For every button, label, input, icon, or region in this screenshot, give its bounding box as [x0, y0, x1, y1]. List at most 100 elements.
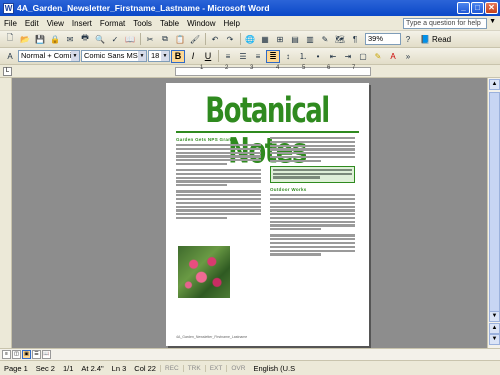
undo-icon[interactable]: ↶ [208, 33, 222, 46]
status-page-count: 1/1 [62, 363, 74, 373]
menu-format[interactable]: Format [96, 19, 129, 28]
increase-indent-icon[interactable]: ⇥ [341, 50, 355, 63]
style-select[interactable]: Normal + Comic ▼ [18, 50, 80, 62]
chevron-down-icon: ▼ [71, 51, 79, 61]
research-icon[interactable]: 📖 [123, 33, 137, 46]
tables-borders-icon[interactable]: ▦ [258, 33, 272, 46]
status-ovr[interactable]: OVR [226, 364, 249, 372]
status-ext[interactable]: EXT [204, 364, 227, 372]
styles-pane-icon[interactable]: A [3, 50, 17, 63]
vertical-ruler[interactable] [0, 78, 12, 348]
cut-icon[interactable]: ✂ [143, 33, 157, 46]
scroll-up-icon[interactable]: ▲ [489, 79, 500, 90]
minimize-button[interactable]: _ [457, 2, 470, 14]
view-buttons: ≡ ◫ ▣ ☰ 📖 [2, 350, 51, 359]
ruler-number: 2 [225, 65, 229, 71]
menu-help[interactable]: Help [220, 19, 244, 28]
outline-view-icon[interactable]: ☰ [32, 350, 41, 359]
menu-tools[interactable]: Tools [129, 19, 156, 28]
reading-layout-icon[interactable]: 📖 [42, 350, 51, 359]
save-icon[interactable]: 💾 [33, 33, 47, 46]
print-icon[interactable]: 🖶 [78, 33, 92, 46]
spelling-icon[interactable]: ✓ [108, 33, 122, 46]
word-app-icon[interactable]: W [3, 2, 14, 14]
vertical-scrollbar[interactable]: ▲ ▼ ▲ ▼ [487, 78, 500, 348]
web-layout-icon[interactable]: ◫ [12, 350, 21, 359]
garden-flowers-photo[interactable] [178, 246, 230, 298]
status-page: Page 1 [4, 363, 28, 373]
menu-edit[interactable]: Edit [21, 19, 43, 28]
ruler-number: 5 [302, 65, 306, 71]
italic-button[interactable]: I [186, 50, 200, 63]
redo-icon[interactable]: ↷ [223, 33, 237, 46]
maximize-button[interactable]: □ [471, 2, 484, 14]
document-workspace[interactable]: Botanical Notes Garden Gets NPS Grant Ou… [12, 78, 487, 348]
document-map-icon[interactable]: 🗺 [333, 33, 347, 46]
help-icon[interactable]: ? [401, 33, 415, 46]
menu-view[interactable]: View [43, 19, 68, 28]
bullets-icon[interactable]: • [311, 50, 325, 63]
previous-page-icon[interactable]: ▲ [489, 323, 500, 334]
email-icon[interactable]: ✉ [63, 33, 77, 46]
menu-insert[interactable]: Insert [68, 19, 96, 28]
justify-icon[interactable]: ≣ [266, 49, 280, 63]
font-select[interactable]: Comic Sans MS ▼ [81, 50, 147, 62]
insert-excel-icon[interactable]: ▤ [288, 33, 302, 46]
highlight-icon[interactable]: ✎ [371, 50, 385, 63]
horizontal-ruler[interactable]: L 1 2 3 4 5 6 7 [0, 65, 500, 78]
line-spacing-icon[interactable]: ↕ [281, 50, 295, 63]
left-column[interactable]: Garden Gets NPS Grant [176, 137, 261, 223]
next-page-icon[interactable]: ▼ [489, 334, 500, 345]
tab-selector-icon[interactable]: L [3, 67, 12, 76]
zoom-select[interactable]: 39% [365, 33, 401, 45]
status-bar: Page 1 Sec 2 1/1 At 2.4" Ln 3 Col 22 REC… [0, 360, 500, 375]
font-size-select[interactable]: 18 ▼ [148, 50, 170, 62]
chevron-down-icon: ▼ [138, 51, 146, 61]
window-title: 4A_Garden_Newsletter_Firstname_Lastname … [17, 3, 270, 13]
help-search-input[interactable]: Type a question for help [403, 18, 487, 29]
menu-window[interactable]: Window [183, 19, 219, 28]
status-rec[interactable]: REC [159, 364, 183, 372]
status-trk[interactable]: TRK [182, 364, 205, 372]
insert-table-icon[interactable]: ⊞ [273, 33, 287, 46]
underline-button[interactable]: U [201, 50, 215, 63]
align-center-icon[interactable]: ☰ [236, 50, 250, 63]
read-button[interactable]: 📘 Read [420, 35, 451, 44]
menu-file[interactable]: File [0, 19, 21, 28]
open-icon[interactable]: 📂 [18, 33, 32, 46]
bold-button[interactable]: B [171, 49, 185, 63]
window-controls: _ □ ✕ [457, 2, 498, 14]
align-right-icon[interactable]: ≡ [251, 50, 265, 63]
decrease-indent-icon[interactable]: ⇤ [326, 50, 340, 63]
horizontal-scrollbar[interactable]: ≡ ◫ ▣ ☰ 📖 [0, 348, 500, 360]
align-left-icon[interactable]: ≡ [221, 50, 235, 63]
scroll-down-icon[interactable]: ▼ [489, 311, 500, 322]
print-layout-icon[interactable]: ▣ [22, 350, 31, 359]
close-button[interactable]: ✕ [485, 2, 498, 14]
show-hide-icon[interactable]: ¶ [348, 33, 362, 46]
drawing-icon[interactable]: ✎ [318, 33, 332, 46]
paste-icon[interactable]: 📋 [173, 33, 187, 46]
hyperlink-icon[interactable]: 🌐 [243, 33, 257, 46]
numbering-icon[interactable]: ⒈ [296, 50, 310, 63]
help-dropdown-icon[interactable]: ▼ [489, 18, 496, 25]
status-line: Ln 3 [111, 363, 127, 373]
font-color-icon[interactable]: A [386, 50, 400, 63]
scroll-thumb[interactable] [489, 92, 500, 322]
copy-icon[interactable]: ⧉ [158, 33, 172, 46]
permission-icon[interactable]: 🔒 [48, 33, 62, 46]
new-document-icon[interactable]: 🗋 [3, 33, 17, 46]
toolbar-options-icon[interactable]: » [401, 50, 415, 63]
document-page[interactable]: Botanical Notes Garden Gets NPS Grant Ou… [166, 83, 369, 346]
format-painter-icon[interactable]: 🖌 [188, 33, 202, 46]
normal-view-icon[interactable]: ≡ [2, 350, 11, 359]
outside-border-icon[interactable]: ▢ [356, 50, 370, 63]
read-label: Read [431, 34, 452, 44]
print-preview-icon[interactable]: 🔍 [93, 33, 107, 46]
toolbar-separator [218, 50, 219, 62]
ruler-number: 4 [276, 65, 280, 71]
right-column[interactable]: Outdoor Works [270, 137, 355, 260]
columns-icon[interactable]: ▥ [303, 33, 317, 46]
menu-table[interactable]: Table [156, 19, 183, 28]
ruler-track[interactable] [175, 67, 371, 76]
